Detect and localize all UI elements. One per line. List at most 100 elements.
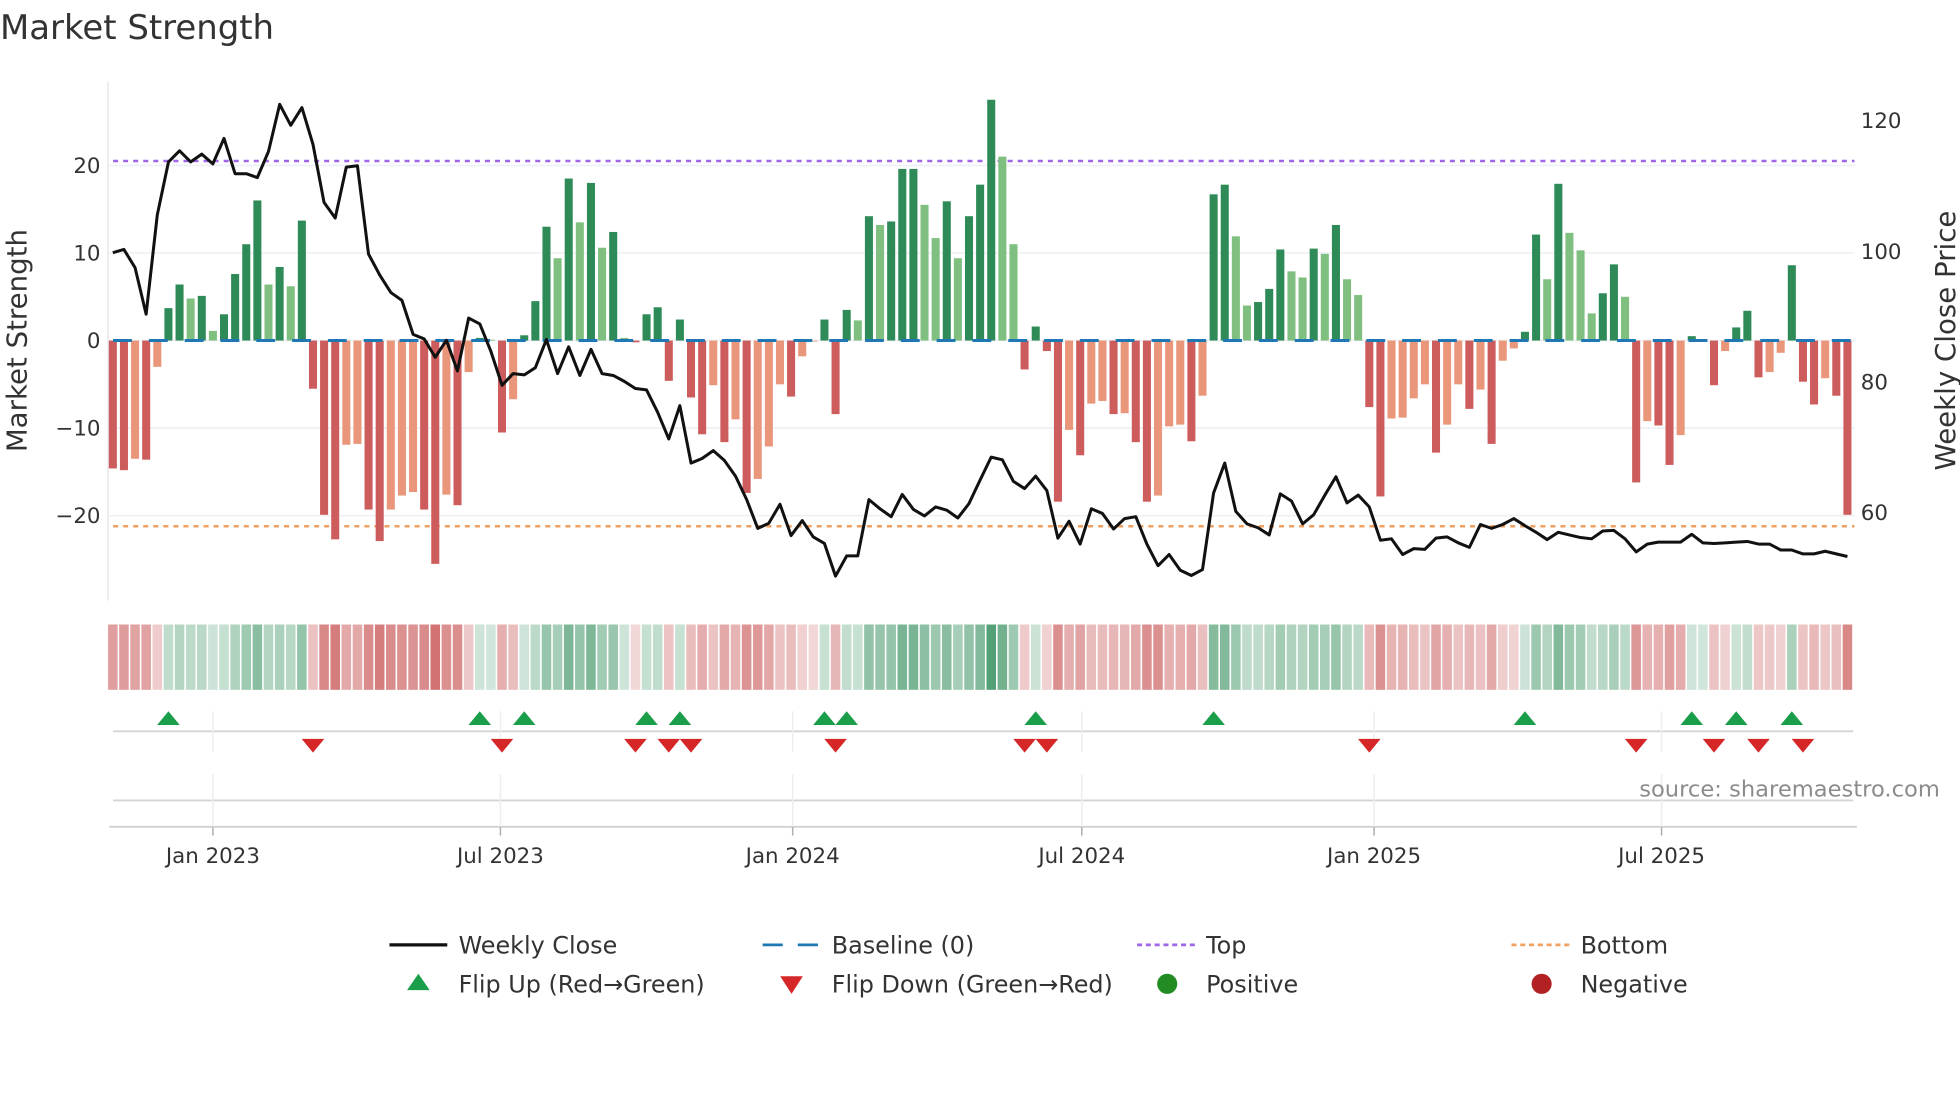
heat-strip-cell	[1631, 624, 1641, 690]
negative-bar	[1821, 340, 1830, 379]
heat-strip-cell	[975, 624, 985, 690]
flip-down-marker	[1702, 738, 1726, 753]
heat-strip-cell	[1042, 624, 1052, 690]
flip-up-marker	[813, 711, 836, 726]
heat-strip-cell	[964, 624, 974, 690]
heat-strip-cell	[163, 624, 174, 690]
positive-bar	[1343, 279, 1352, 341]
heat-strip-cell	[886, 624, 896, 690]
heat-strip-cell	[1542, 624, 1552, 690]
heat-strip-cell	[1742, 624, 1753, 690]
flip-down-marker	[490, 738, 514, 753]
positive-bar	[564, 178, 573, 341]
market-strength-chart: Market Strength −20 −10 0 10 20 60 80 100 120 M…	[0, 8, 1960, 999]
negative-bar	[1454, 340, 1463, 385]
negative-bar	[1465, 340, 1474, 409]
heat-strip-cell	[1620, 624, 1630, 690]
positive-bar	[675, 319, 684, 341]
y2-tick-label: 80	[1861, 371, 1888, 396]
negative-bar	[1042, 340, 1051, 352]
negative-bar	[1487, 340, 1496, 444]
positive-bar	[931, 238, 940, 341]
positive-bar	[653, 307, 662, 341]
heat-strip-cell	[1653, 624, 1664, 690]
heat-strip-cell	[1431, 624, 1441, 690]
negative-bar	[742, 340, 751, 493]
right-axis-label: Weekly Close Price	[1929, 211, 1960, 471]
heat-strip-cell	[875, 624, 885, 690]
positive-bar	[920, 204, 929, 341]
heat-strip-cell	[652, 624, 663, 690]
negative-bar	[131, 340, 140, 459]
heat-strip-cell	[408, 624, 418, 690]
heat-strip-cell	[519, 624, 530, 690]
negative-bar	[386, 340, 395, 510]
heat-strip-cell	[864, 624, 874, 690]
negative-bar	[1632, 340, 1641, 483]
heat-strip-cell	[853, 624, 863, 690]
heat-strip-cell	[1475, 624, 1486, 690]
heat-strip-cell	[730, 624, 741, 690]
heat-strip-cell	[1075, 624, 1085, 690]
heat-strip-cell	[1842, 624, 1853, 690]
flip-down-marker	[1013, 738, 1036, 753]
strength-bars	[108, 99, 1852, 564]
legend-label: Weekly Close	[459, 932, 618, 960]
heat-strip-cell	[1664, 624, 1675, 690]
heat-strip-cell	[141, 624, 151, 690]
flip-down-marker	[679, 738, 703, 753]
heat-strip-cell	[941, 624, 952, 690]
heat-strip-cell	[119, 624, 129, 690]
flip-up-marker	[157, 711, 180, 726]
positive-bar	[609, 231, 618, 341]
heat-strip-cell	[741, 624, 752, 690]
heat-strip-cell	[1397, 624, 1408, 690]
heat-strip-cell	[1164, 624, 1174, 690]
heat-strip-cell	[530, 624, 541, 690]
heat-strip-cell	[752, 624, 763, 690]
heat-strip-cell	[1698, 624, 1708, 690]
heat-strip-cell	[1586, 624, 1597, 690]
negative-bar	[331, 340, 340, 540]
heat-strip-cell	[1142, 624, 1152, 690]
heat-strip-cell	[1442, 624, 1452, 690]
heat-strip-cell	[597, 624, 607, 690]
positive-bar	[898, 168, 907, 341]
negative-bar	[1843, 340, 1852, 515]
heat-strip-cell	[1520, 624, 1530, 690]
negative-bar	[1187, 340, 1196, 442]
negative-bar	[119, 340, 128, 471]
source-note: source: sharemaestro.com	[1639, 777, 1940, 803]
flip-up-marker	[835, 711, 859, 726]
heat-strip-cell	[230, 624, 240, 690]
heat-strip-cell	[285, 624, 296, 690]
positive-bar	[275, 266, 284, 341]
negative-bar	[1098, 340, 1107, 401]
heat-strip-cell	[1686, 624, 1697, 690]
positive-bar	[1276, 249, 1285, 341]
positive-bar	[1309, 248, 1318, 341]
negative-bar	[1765, 340, 1774, 373]
heat-strip-cell	[1208, 624, 1219, 690]
heat-strip-cell	[497, 624, 507, 690]
heat-strip-cell	[619, 624, 630, 690]
negative-bar	[442, 340, 451, 495]
heat-strip-cell	[352, 624, 363, 690]
heat-strip-cell	[1119, 624, 1130, 690]
heat-strip-cell	[541, 624, 552, 690]
positive-bar	[1787, 265, 1796, 341]
flip-up-marker	[1780, 711, 1804, 726]
negative-bar	[509, 340, 518, 400]
flip-up-marker	[635, 711, 658, 726]
y-tick-label: 20	[73, 154, 100, 179]
positive-bar	[219, 314, 229, 341]
heat-strip-cell	[108, 624, 118, 690]
heat-strip-cell	[1097, 624, 1108, 690]
negative-bar	[687, 340, 696, 398]
heat-strip-cell	[1598, 624, 1608, 690]
negative-bar	[342, 340, 351, 445]
heat-strip-cell	[1409, 624, 1419, 690]
flip-down-marker	[1791, 738, 1815, 753]
heat-strip-cell	[1609, 624, 1619, 690]
positive-bar	[876, 224, 885, 341]
